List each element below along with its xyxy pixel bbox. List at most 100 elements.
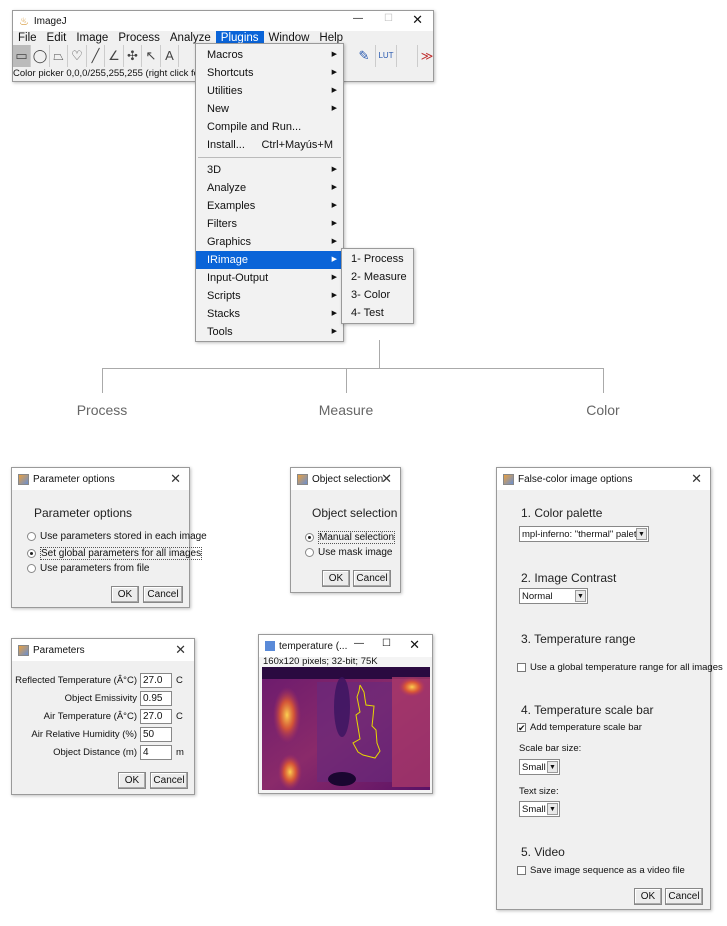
radio-manual-selection[interactable]: Manual selection bbox=[305, 531, 396, 544]
contrast-select[interactable]: Normal ▼ bbox=[519, 588, 588, 604]
minimize-button[interactable]: — bbox=[354, 638, 364, 649]
ok-button[interactable]: OK bbox=[322, 570, 350, 587]
radio-use-stored[interactable]: Use parameters stored in each image bbox=[27, 531, 207, 542]
dialog-title: Object selection bbox=[312, 473, 384, 485]
submenu-item-4[interactable]: 4- Test bbox=[342, 304, 413, 322]
freehand-tool[interactable]: ♡ bbox=[69, 45, 87, 67]
submenu-item-3[interactable]: 3- Color bbox=[342, 286, 413, 304]
text-tool[interactable]: A bbox=[161, 45, 179, 67]
radio-icon bbox=[27, 532, 36, 541]
menu-item-new[interactable]: New ▶ bbox=[196, 100, 343, 118]
dialog-title-bar: Parameter options ✕ bbox=[12, 468, 189, 490]
add-scale-bar-checkbox[interactable]: ✔ Add temperature scale bar bbox=[517, 722, 642, 733]
parameter-input[interactable]: 4 bbox=[140, 745, 172, 760]
select-value: Normal bbox=[522, 590, 553, 602]
submenu-item-1[interactable]: 1- Process bbox=[342, 250, 413, 268]
cancel-button[interactable]: Cancel bbox=[665, 888, 703, 905]
ok-button[interactable]: OK bbox=[111, 586, 139, 603]
menu-item-examples[interactable]: Examples ▶ bbox=[196, 197, 343, 215]
menu-item-tools[interactable]: Tools ▶ bbox=[196, 323, 343, 341]
parameter-input[interactable]: 0.95 bbox=[140, 691, 172, 706]
menu-item-shortcuts[interactable]: Shortcuts ▶ bbox=[196, 64, 343, 82]
menu-item-scripts[interactable]: Scripts ▶ bbox=[196, 287, 343, 305]
parameter-input[interactable]: 27.0 bbox=[140, 673, 172, 688]
submenu-arrow-icon: ▶ bbox=[331, 166, 337, 173]
menu-item-label: IRimage bbox=[207, 254, 248, 266]
close-button[interactable]: ✕ bbox=[409, 637, 420, 653]
close-button[interactable]: ✕ bbox=[170, 471, 181, 487]
rectangle-tool[interactable]: ▭ bbox=[13, 45, 31, 67]
palette-select[interactable]: mpl-inferno: "thermal" palette ▼ bbox=[519, 526, 649, 542]
scale-bar-size-select[interactable]: Small ▼ bbox=[519, 759, 560, 775]
plugins-menu: Macros ▶ Shortcuts ▶ Utilities ▶ New ▶ Compile a… bbox=[195, 43, 344, 342]
cancel-button[interactable]: Cancel bbox=[353, 570, 391, 587]
irimage-submenu: 1- Process 2- Measure 3- Color 4- Test bbox=[341, 248, 414, 324]
menu-item-irimage[interactable]: IRimage ▶ bbox=[196, 251, 343, 269]
image-region bbox=[328, 772, 356, 786]
submenu-arrow-icon: ▶ bbox=[331, 310, 337, 317]
menu-item-filters[interactable]: Filters ▶ bbox=[196, 215, 343, 233]
menu-item-install[interactable]: Install... Ctrl+Mayús+M bbox=[196, 136, 343, 154]
text-size-select[interactable]: Small ▼ bbox=[519, 801, 560, 817]
menu-item-compile-and-run[interactable]: Compile and Run... bbox=[196, 118, 343, 136]
multipoint-tool[interactable]: ✣ bbox=[124, 45, 142, 67]
section-scale-bar: 4. Temperature scale bar bbox=[521, 703, 654, 717]
menu-item-utilities[interactable]: Utilities ▶ bbox=[196, 82, 343, 100]
imagej-image-icon bbox=[265, 641, 275, 651]
radio-mask-image[interactable]: Use mask image bbox=[305, 547, 392, 558]
menu-edit[interactable]: Edit bbox=[42, 31, 72, 45]
menu-item-3d[interactable]: 3D ▶ bbox=[196, 161, 343, 179]
maximize-button[interactable]: ☐ bbox=[384, 13, 393, 24]
cancel-button[interactable]: Cancel bbox=[143, 586, 183, 603]
polygon-tool[interactable]: ⏢ bbox=[50, 45, 68, 67]
ok-button[interactable]: OK bbox=[118, 772, 146, 789]
menu-file[interactable]: File bbox=[13, 31, 42, 45]
dialog-title: False-color image options bbox=[518, 473, 633, 485]
menu-item-graphics[interactable]: Graphics ▶ bbox=[196, 233, 343, 251]
close-button[interactable]: ✕ bbox=[175, 642, 186, 658]
section-temperature-range: 3. Temperature range bbox=[521, 632, 636, 646]
menu-process[interactable]: Process bbox=[113, 31, 165, 45]
false-color-dialog: False-color image options ✕ 1. Color pale… bbox=[496, 467, 723, 910]
parameter-input[interactable]: 27.0 bbox=[140, 709, 172, 724]
menu-item-label: Shortcuts bbox=[207, 67, 254, 79]
submenu-item-2[interactable]: 2- Measure bbox=[342, 268, 413, 286]
menu-item-input-output[interactable]: Input-Output ▶ bbox=[196, 269, 343, 287]
close-button[interactable]: ✕ bbox=[381, 471, 392, 487]
angle-tool[interactable]: ∠ bbox=[106, 45, 124, 67]
radio-label: Manual selection bbox=[318, 531, 396, 544]
menu-item-label: Graphics bbox=[207, 236, 252, 248]
dialog-title-bar: Object selection ✕ bbox=[291, 468, 400, 490]
menu-item-macros[interactable]: Macros ▶ bbox=[196, 46, 343, 64]
imagej-title-bar: ♨ ImageJ — ☐ ✕ bbox=[13, 11, 433, 31]
color-picker-tool[interactable]: ✎ bbox=[354, 45, 374, 67]
oval-tool[interactable]: ◯ bbox=[32, 45, 50, 67]
minimize-button[interactable]: — bbox=[353, 13, 363, 24]
ok-button[interactable]: OK bbox=[634, 888, 662, 905]
line-tool[interactable]: ╱ bbox=[87, 45, 105, 67]
radio-set-global[interactable]: Set global parameters for all images bbox=[27, 547, 203, 560]
radio-label: Set global parameters for all images bbox=[40, 547, 203, 560]
radio-label: Use mask image bbox=[318, 547, 393, 558]
more-tools-button[interactable]: ≫ bbox=[419, 45, 435, 67]
menu-image[interactable]: Image bbox=[71, 31, 113, 45]
wand-tool[interactable]: ↖ bbox=[143, 45, 161, 67]
radio-from-file[interactable]: Use parameters from file bbox=[27, 563, 149, 574]
empty-tool-slot[interactable] bbox=[398, 45, 418, 67]
close-button[interactable]: ✕ bbox=[412, 12, 423, 28]
java-icon bbox=[18, 473, 29, 485]
menu-item-stacks[interactable]: Stacks ▶ bbox=[196, 305, 343, 323]
maximize-button[interactable]: ☐ bbox=[382, 638, 391, 649]
close-button[interactable]: ✕ bbox=[691, 471, 702, 487]
parameter-input[interactable]: 50 bbox=[140, 727, 172, 742]
menu-item-label: 3D bbox=[207, 164, 222, 176]
dialog-heading: Object selection bbox=[312, 506, 398, 520]
menu-item-analyze[interactable]: Analyze ▶ bbox=[196, 179, 343, 197]
unit-label: C bbox=[176, 711, 183, 722]
lut-tool[interactable]: LUT bbox=[375, 45, 397, 67]
cancel-button[interactable]: Cancel bbox=[150, 772, 188, 789]
multipoint-icon: ✣ bbox=[127, 48, 138, 63]
thermal-image-canvas[interactable] bbox=[262, 667, 430, 790]
global-range-checkbox[interactable]: Use a global temperature range for all i… bbox=[517, 662, 723, 673]
save-video-checkbox[interactable]: Save image sequence as a video file bbox=[517, 865, 685, 876]
